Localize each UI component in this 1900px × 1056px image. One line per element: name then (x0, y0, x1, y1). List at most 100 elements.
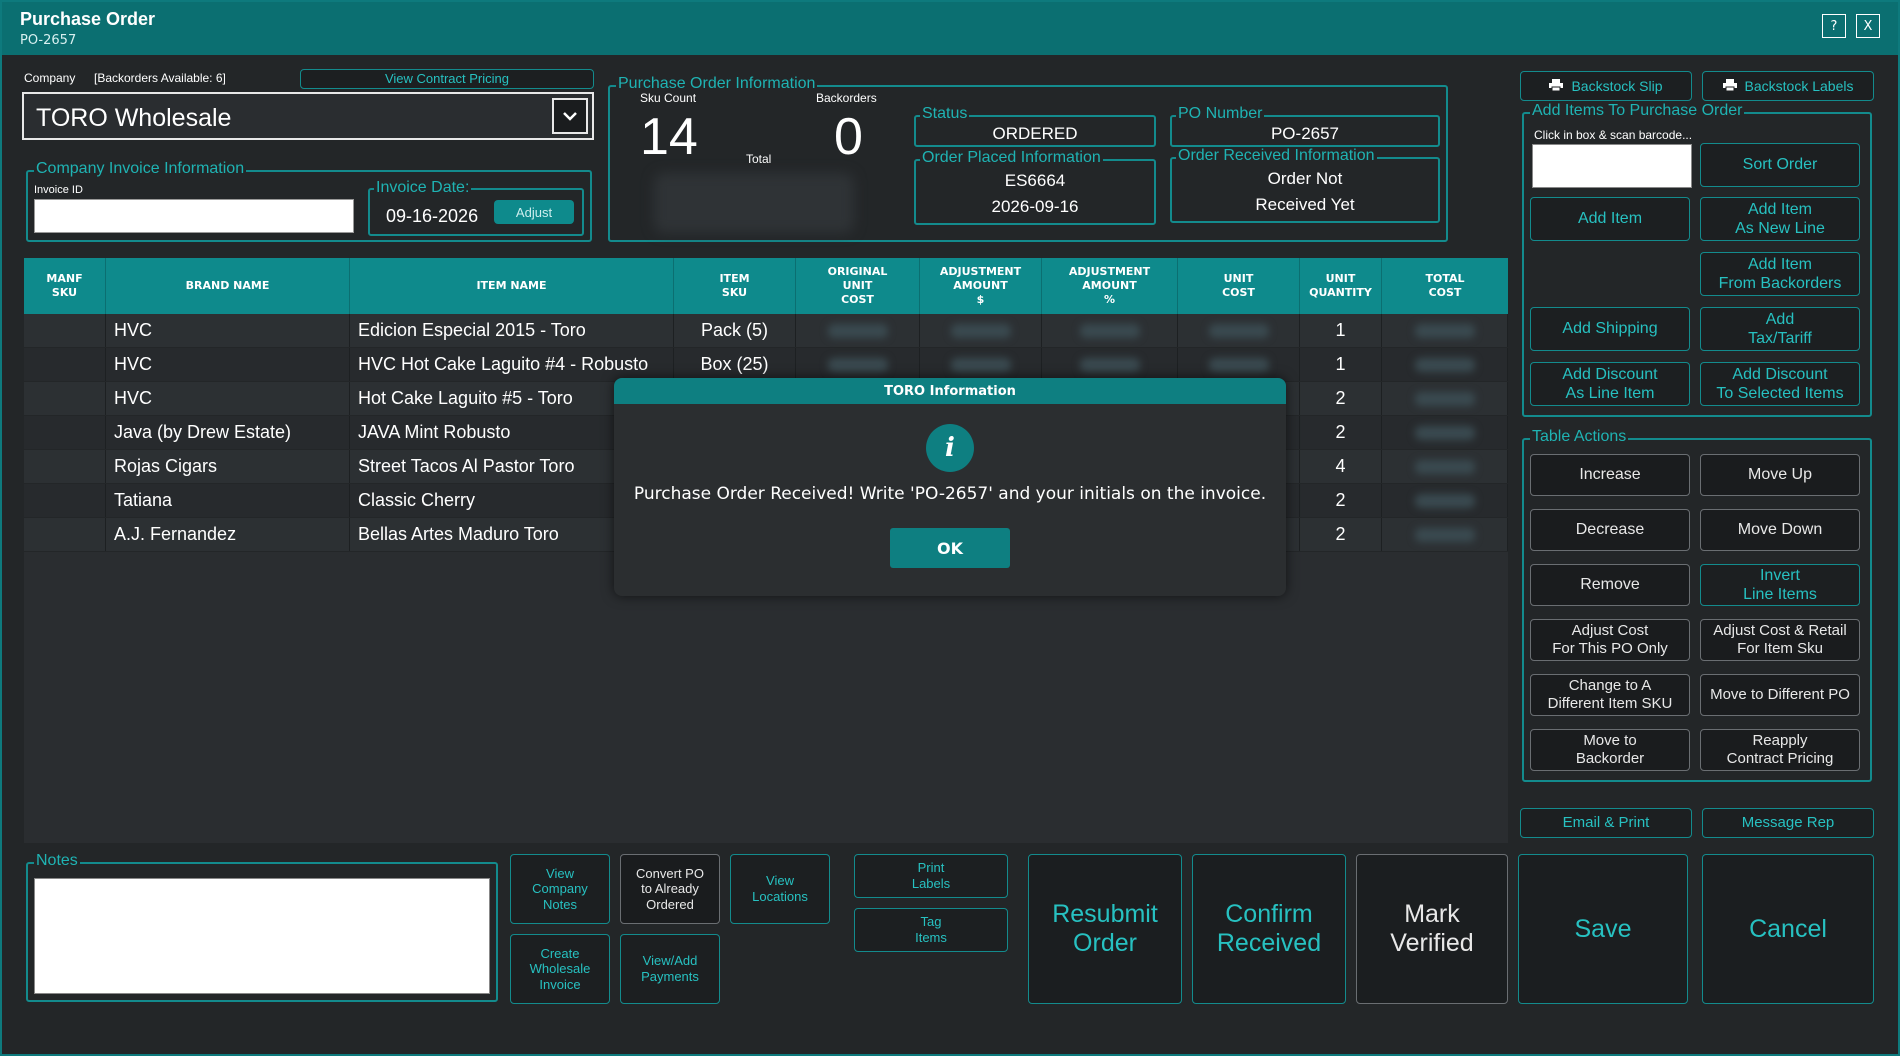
decrease-button[interactable]: Decrease (1530, 509, 1690, 551)
sort-order-button[interactable]: Sort Order (1700, 143, 1860, 187)
col-unit-cost[interactable]: UNIT COST (1178, 258, 1300, 314)
redacted-value (1414, 357, 1475, 372)
adjust-cost-po-button[interactable]: Adjust Cost For This PO Only (1530, 619, 1690, 661)
company-label: Company (24, 71, 76, 85)
cancel-button[interactable]: Cancel (1702, 854, 1874, 1004)
cell-unit-quantity: 2 (1300, 382, 1382, 415)
add-item-from-backorders-button[interactable]: Add Item From Backorders (1700, 252, 1860, 296)
cell-original-unit-cost (796, 314, 920, 347)
table-row[interactable]: HVC HVC Hot Cake Laguito #4 - Robusto Box … (24, 348, 1508, 382)
mark-verified-button[interactable]: Mark Verified (1356, 854, 1508, 1004)
cell-manf-sku (24, 348, 106, 381)
status-group: Status ORDERED (914, 105, 1156, 147)
cell-manf-sku (24, 518, 106, 551)
reapply-contract-pricing-button[interactable]: Reapply Contract Pricing (1700, 729, 1860, 771)
create-wholesale-invoice-button[interactable]: Create Wholesale Invoice (510, 934, 610, 1004)
status-value: ORDERED (992, 124, 1078, 143)
convert-po-button[interactable]: Convert PO to Already Ordered (620, 854, 720, 924)
move-to-different-po-button[interactable]: Move to Different PO (1700, 674, 1860, 716)
col-unit-quantity[interactable]: UNIT QUANTITY (1300, 258, 1382, 314)
tag-items-button[interactable]: Tag Items (854, 908, 1008, 952)
notes-input[interactable] (34, 878, 490, 994)
save-button[interactable]: Save (1518, 854, 1688, 1004)
backstock-labels-button[interactable]: Backstock Labels (1702, 71, 1874, 101)
add-discount-selected-items-button[interactable]: Add Discount To Selected Items (1700, 362, 1860, 406)
add-item-button[interactable]: Add Item (1530, 197, 1690, 241)
order-placed-legend: Order Placed Information (920, 149, 1103, 167)
redacted-value (1414, 391, 1475, 406)
cell-unit-quantity: 4 (1300, 450, 1382, 483)
add-item-new-line-button[interactable]: Add Item As New Line (1700, 197, 1860, 241)
change-item-sku-button[interactable]: Change to A Different Item SKU (1530, 674, 1690, 716)
printer-icon (1549, 78, 1564, 95)
cell-unit-cost (1178, 314, 1300, 347)
add-discount-line-item-button[interactable]: Add Discount As Line Item (1530, 362, 1690, 406)
redacted-value (1414, 493, 1475, 508)
col-adjustment-amount-dollar[interactable]: ADJUSTMENT AMOUNT $ (920, 258, 1042, 314)
col-original-unit-cost[interactable]: ORIGINAL UNIT COST (796, 258, 920, 314)
col-item-name[interactable]: ITEM NAME (350, 258, 674, 314)
adjust-cost-retail-button[interactable]: Adjust Cost & Retail For Item Sku (1700, 619, 1860, 661)
chevron-down-icon[interactable] (552, 98, 588, 134)
notes-legend: Notes (34, 852, 80, 870)
table-row[interactable]: HVC Edicion Especial 2015 - Toro Pack (5) 1 (24, 314, 1508, 348)
close-button[interactable]: X (1856, 14, 1880, 38)
cell-total-cost (1382, 348, 1508, 381)
remove-button[interactable]: Remove (1530, 564, 1690, 606)
move-to-backorder-button[interactable]: Move to Backorder (1530, 729, 1690, 771)
cell-brand-name: Rojas Cigars (106, 450, 350, 483)
add-tax-tariff-button[interactable]: Add Tax/Tariff (1700, 307, 1860, 351)
col-adjustment-amount-percent[interactable]: ADJUSTMENT AMOUNT % (1042, 258, 1178, 314)
status-legend: Status (920, 105, 970, 123)
invert-line-items-button[interactable]: Invert Line Items (1700, 564, 1860, 606)
info-icon: i (926, 424, 974, 472)
col-brand-name[interactable]: BRAND NAME (106, 258, 350, 314)
total-value-redacted (654, 173, 854, 233)
printer-icon (1722, 78, 1737, 95)
redacted-value (950, 357, 1011, 372)
cell-unit-quantity: 2 (1300, 416, 1382, 449)
move-down-button[interactable]: Move Down (1700, 509, 1860, 551)
invoice-id-label: Invoice ID (34, 184, 83, 196)
col-item-sku[interactable]: ITEM SKU (674, 258, 796, 314)
notes-group: Notes (26, 852, 498, 1002)
view-company-notes-button[interactable]: View Company Notes (510, 854, 610, 924)
redacted-value (827, 357, 888, 372)
message-rep-button[interactable]: Message Rep (1702, 808, 1874, 838)
move-up-button[interactable]: Move Up (1700, 454, 1860, 496)
cell-item-name: HVC Hot Cake Laguito #4 - Robusto (350, 348, 674, 381)
cell-manf-sku (24, 314, 106, 347)
cell-manf-sku (24, 450, 106, 483)
cell-brand-name: HVC (106, 314, 350, 347)
backstock-slip-button[interactable]: Backstock Slip (1520, 71, 1692, 101)
redacted-value (1414, 459, 1475, 474)
increase-button[interactable]: Increase (1530, 454, 1690, 496)
redacted-value (1079, 323, 1140, 338)
company-select[interactable]: TORO Wholesale (22, 92, 594, 140)
email-print-button[interactable]: Email & Print (1520, 808, 1692, 838)
cell-manf-sku (24, 416, 106, 449)
cell-item-name: Edicion Especial 2015 - Toro (350, 314, 674, 347)
resubmit-order-button[interactable]: Resubmit Order (1028, 854, 1182, 1004)
col-manf-sku[interactable]: MANF SKU (24, 258, 106, 314)
cell-unit-cost (1178, 348, 1300, 381)
print-labels-button[interactable]: Print Labels (854, 854, 1008, 898)
total-label: Total (746, 152, 772, 166)
view-locations-button[interactable]: View Locations (730, 854, 830, 924)
help-button[interactable]: ? (1822, 14, 1846, 38)
company-select-value: TORO Wholesale (36, 104, 232, 132)
add-shipping-button[interactable]: Add Shipping (1530, 307, 1690, 351)
redacted-value (1208, 323, 1269, 338)
barcode-scan-input[interactable] (1532, 144, 1692, 188)
cell-unit-quantity: 1 (1300, 348, 1382, 381)
order-received-line1: Order Not (1267, 169, 1343, 188)
ok-button[interactable]: OK (890, 528, 1010, 568)
adjust-date-button[interactable]: Adjust (494, 200, 574, 224)
order-placed-line2: 2026-09-16 (991, 197, 1079, 216)
confirm-received-button[interactable]: Confirm Received (1192, 854, 1346, 1004)
table-actions-legend: Table Actions (1530, 428, 1629, 446)
view-add-payments-button[interactable]: View/Add Payments (620, 934, 720, 1004)
invoice-id-input[interactable] (34, 199, 354, 233)
view-contract-pricing-button[interactable]: View Contract Pricing (300, 69, 594, 89)
col-total-cost[interactable]: TOTAL COST (1382, 258, 1508, 314)
